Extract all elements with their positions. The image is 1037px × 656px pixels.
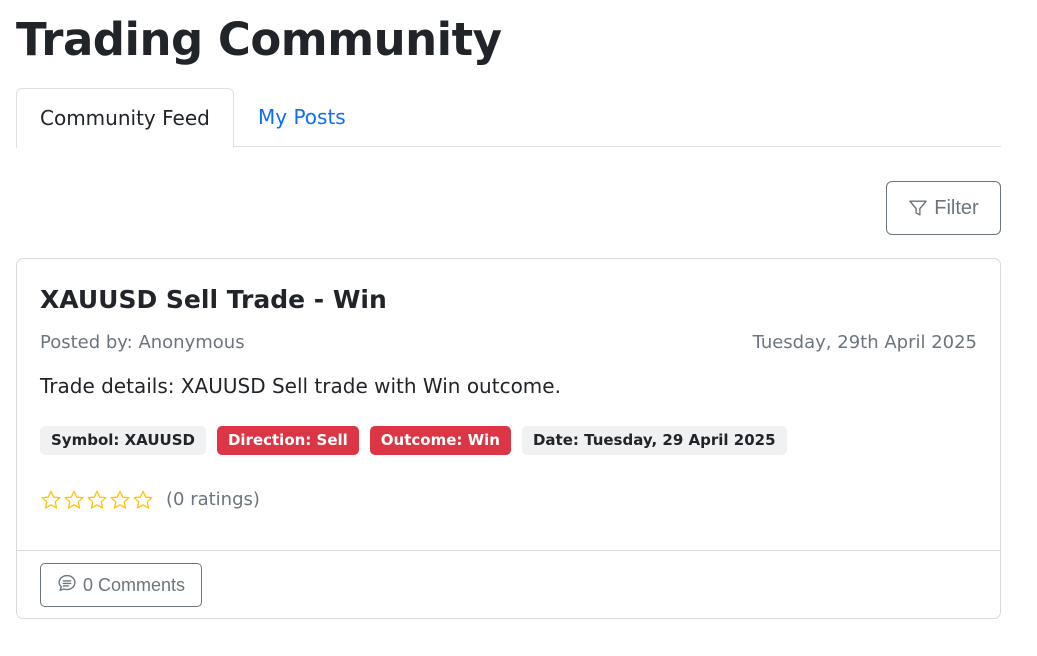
tab-my-posts[interactable]: My Posts	[235, 88, 369, 147]
date-badge: Date: Tuesday, 29 April 2025	[521, 426, 787, 455]
card-footer: 0 Comments	[17, 550, 1000, 618]
badge-list: Symbol: XAUUSD Direction: Sell Outcome: …	[40, 426, 787, 455]
post-details: Trade details: XAUUSD Sell trade with Wi…	[40, 374, 561, 398]
post-card: XAUUSD Sell Trade - Win Posted by: Anony…	[16, 258, 1001, 619]
symbol-badge: Symbol: XAUUSD	[40, 426, 206, 455]
outcome-badge: Outcome: Win	[369, 426, 511, 455]
tab-community-feed[interactable]: Community Feed	[16, 88, 234, 148]
filter-label: Filter	[934, 196, 979, 219]
star-icon[interactable]	[40, 489, 62, 511]
page-title: Trading Community	[16, 13, 502, 66]
page: Trading Community Community Feed My Post…	[0, 0, 1037, 656]
rating: (0 ratings)	[40, 487, 260, 513]
star-icon[interactable]	[132, 489, 154, 511]
post-date: Tuesday, 29th April 2025	[752, 332, 977, 353]
star-rating	[40, 489, 154, 511]
direction-badge: Direction: Sell	[216, 426, 359, 455]
filter-button[interactable]: Filter	[886, 181, 1001, 235]
rating-count: (0 ratings)	[166, 489, 260, 510]
post-author: Posted by: Anonymous	[40, 332, 245, 353]
filter-icon	[908, 198, 928, 218]
post-title: XAUUSD Sell Trade - Win	[40, 285, 387, 314]
chat-icon	[57, 573, 77, 598]
star-icon[interactable]	[109, 489, 131, 511]
comments-label: 0 Comments	[82, 574, 186, 595]
tab-bar: Community Feed My Posts	[16, 88, 1001, 148]
star-icon[interactable]	[63, 489, 85, 511]
comments-button[interactable]: 0 Comments	[40, 563, 202, 607]
star-icon[interactable]	[86, 489, 108, 511]
